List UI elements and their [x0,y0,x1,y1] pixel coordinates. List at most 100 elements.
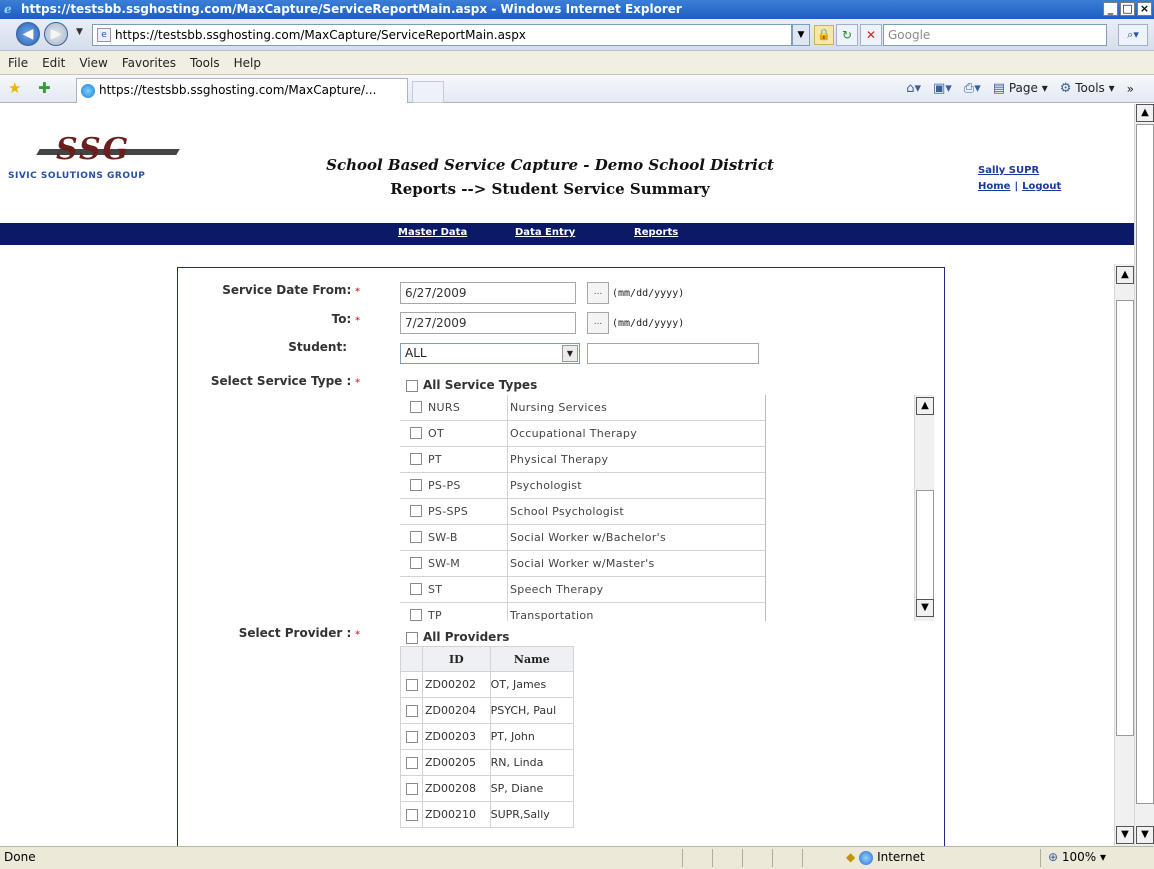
all-providers-option[interactable]: All Providers [406,630,509,644]
provider-checkbox[interactable] [405,731,418,743]
table-header-id: ID [422,646,491,672]
student-label: Student: [288,340,347,354]
chevron-right-icon[interactable]: » [1127,82,1134,96]
close-button[interactable]: × [1137,2,1152,16]
security-zone[interactable]: ◆ Internet [846,847,925,868]
company-logo: SSG SIVIC SOLUTIONS GROUP [8,132,180,186]
status-text: Done [4,850,36,864]
user-link[interactable]: Sally SUPR [978,165,1039,176]
main-nav: Master Data Data Entry Reports [0,223,1134,245]
content-scroll-thumb[interactable] [1116,300,1134,736]
date-from-input[interactable]: 6/27/2009 [400,282,576,304]
service-row: PS-SPS School Psychologist [400,499,765,525]
table-row: ZD00202 OT, James [400,671,575,698]
service-checkbox[interactable] [410,557,422,569]
logout-link[interactable]: Logout [1022,181,1061,192]
content-scrollbar[interactable]: ▲ ▼ [1114,264,1134,846]
date-to-calendar-button[interactable]: ... [587,312,609,334]
service-checkbox[interactable] [410,479,422,491]
content-scroll-down-button[interactable]: ▼ [1116,826,1134,844]
print-icon[interactable]: ⎙▾ [964,81,981,96]
menu-file[interactable]: File [8,56,28,70]
favorites-star-icon[interactable]: ★ [8,80,21,96]
add-favorite-icon[interactable]: ✚ [38,80,51,96]
service-row: SW-M Social Worker w/Master's [400,551,765,577]
service-list-scrollbar[interactable]: ▲ ▼ [914,395,934,621]
browser-tab[interactable]: https://testsbb.ssghosting.com/MaxCaptur… [76,78,408,103]
scroll-down-button[interactable]: ▼ [916,599,934,617]
window-title-bar: ℯ https://testsbb.ssghosting.com/MaxCaptu… [0,0,1154,19]
search-icon[interactable]: ⌕▾ [1118,24,1148,46]
provider-checkbox[interactable] [405,679,418,691]
forward-button[interactable]: ▶ [44,22,68,46]
all-service-types-option[interactable]: All Service Types [406,378,537,392]
service-checkbox[interactable] [410,427,422,439]
provider-checkbox[interactable] [405,757,418,769]
service-checkbox[interactable] [410,583,422,595]
menu-help[interactable]: Help [234,56,261,70]
all-service-types-checkbox[interactable] [406,379,418,392]
table-header-name: Name [489,646,575,672]
zoom-control[interactable]: ⊕ 100% ▾ [1048,847,1106,868]
provider-checkbox[interactable] [405,783,418,795]
status-divider [1040,849,1041,867]
globe-icon [859,850,874,865]
service-checkbox[interactable] [410,453,422,465]
search-input[interactable]: Google [883,24,1107,46]
gear-icon: ⚙ [1059,81,1072,96]
provider-checkbox[interactable] [405,705,418,717]
nav-master-data[interactable]: Master Data [398,227,467,238]
stop-icon[interactable]: ✕ [860,24,882,46]
status-divider [772,849,773,867]
date-to-input[interactable]: 7/27/2009 [400,312,576,334]
service-checkbox[interactable] [410,505,422,517]
service-checkbox[interactable] [410,609,422,621]
page-scroll-thumb[interactable] [1136,124,1154,804]
table-row: ZD00203 PT, John [400,723,575,750]
menu-bar: File Edit View Favorites Tools Help [0,51,1154,75]
menu-tools[interactable]: Tools [190,56,220,70]
page-scroll-down-button[interactable]: ▼ [1136,826,1154,844]
table-row: ZD00210 SUPR,Sally [400,801,575,828]
page-scroll-up-button[interactable]: ▲ [1136,104,1154,122]
service-row: OT Occupational Therapy [400,421,765,447]
service-row: PS-PS Psychologist [400,473,765,499]
zoom-icon: ⊕ [1048,850,1059,864]
home-icon[interactable]: ⌂▾ [906,81,921,96]
scroll-thumb[interactable] [916,490,934,600]
required-mark: * [355,316,360,326]
student-search-input[interactable] [587,343,759,364]
date-from-calendar-button[interactable]: ... [587,282,609,304]
refresh-icon[interactable]: ↻ [836,24,858,46]
table-row: ZD00205 RN, Linda [400,749,575,776]
provider-checkbox[interactable] [405,809,418,821]
service-row: SW-B Social Worker w/Bachelor's [400,525,765,551]
back-button[interactable]: ◀ [16,22,40,46]
address-dropdown-button[interactable]: ▼ [792,24,810,46]
nav-reports[interactable]: Reports [634,227,678,238]
date-to-label: To: * [331,312,360,326]
content-scroll-up-button[interactable]: ▲ [1116,266,1134,284]
page-menu[interactable]: ▤ Page ▾ [993,81,1048,96]
all-providers-checkbox[interactable] [406,631,418,644]
scroll-up-button[interactable]: ▲ [916,397,934,415]
service-checkbox[interactable] [410,531,422,543]
lock-icon[interactable]: 🔒 [814,25,834,45]
menu-favorites[interactable]: Favorites [122,56,176,70]
new-tab-button[interactable] [412,81,444,103]
nav-data-entry[interactable]: Data Entry [515,227,575,238]
page-scrollbar[interactable]: ▲ ▼ [1134,104,1154,846]
minimize-button[interactable]: _ [1103,2,1118,16]
recent-pages-dropdown[interactable]: ▼ [76,27,83,37]
feeds-icon[interactable]: ▣▾ [933,81,952,96]
student-select[interactable]: ALL ▼ [400,343,580,364]
service-checkbox[interactable] [410,401,422,413]
maximize-button[interactable]: □ [1120,2,1135,16]
menu-edit[interactable]: Edit [42,56,65,70]
address-input[interactable]: e https://testsbb.ssghosting.com/MaxCapt… [92,24,792,46]
status-divider [682,849,683,867]
home-link[interactable]: Home [978,181,1010,192]
tools-menu[interactable]: ⚙ Tools ▾ [1060,81,1115,96]
menu-view[interactable]: View [79,56,107,70]
service-type-list: NURS Nursing Services OT Occupational Ther… [400,395,766,621]
